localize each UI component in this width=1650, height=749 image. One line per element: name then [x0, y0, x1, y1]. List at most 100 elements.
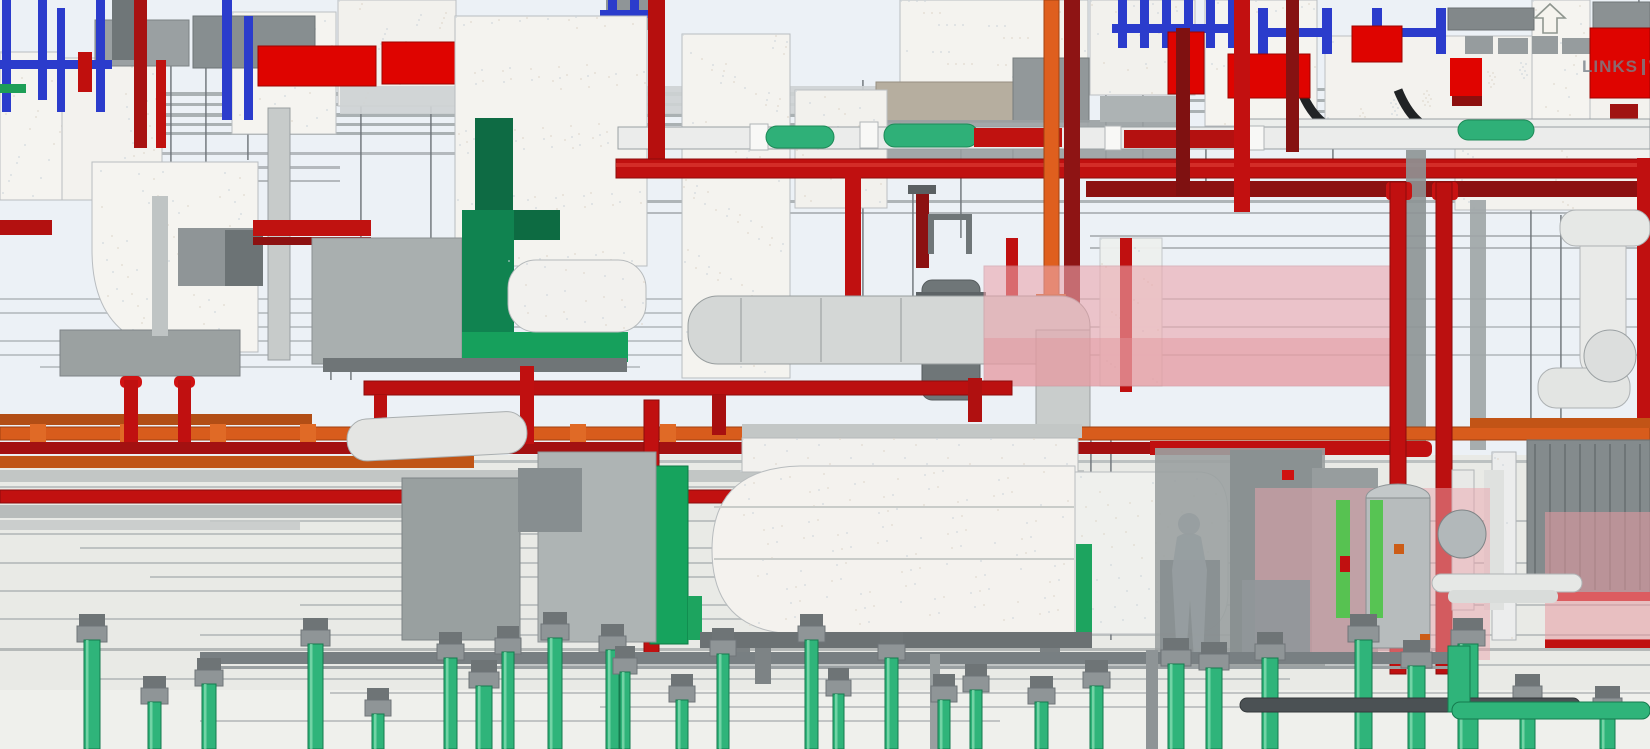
rooftop-unit[interactable] — [1498, 38, 1528, 54]
red-valve[interactable] — [1340, 556, 1350, 572]
red-duct[interactable] — [1351, 25, 1403, 63]
insulated-tank-body[interactable] — [711, 465, 1076, 635]
pipe-flange[interactable] — [570, 424, 586, 443]
red-pipe-riser[interactable] — [178, 380, 191, 442]
valve-handle[interactable] — [908, 185, 936, 194]
pipe-flange[interactable] — [300, 424, 316, 443]
air-handler-body[interactable] — [311, 237, 463, 365]
gray-pipe-riser[interactable] — [152, 196, 168, 336]
red-valve[interactable] — [1282, 470, 1294, 480]
support-post[interactable] — [755, 648, 771, 684]
gray-pipe-riser[interactable] — [1470, 200, 1486, 450]
pipe-coupling[interactable] — [749, 123, 769, 151]
roof-slab[interactable] — [742, 424, 1082, 438]
hanger-frame[interactable] — [966, 214, 972, 254]
green-pipe-riser[interactable] — [371, 713, 385, 749]
pipe-coupling[interactable] — [859, 121, 879, 149]
home-view-button[interactable] — [1530, 2, 1570, 38]
gray-pipe[interactable] — [0, 505, 432, 518]
duct-bar[interactable] — [1592, 1, 1650, 29]
pump-sphere[interactable] — [1437, 509, 1487, 559]
hanger-frame[interactable] — [928, 214, 934, 254]
green-pipe-riser[interactable] — [804, 639, 819, 749]
pipe-flange[interactable] — [210, 424, 226, 443]
orange-pipe[interactable] — [1470, 418, 1650, 428]
green-pipe-riser[interactable] — [969, 689, 983, 749]
3d-model-viewport[interactable]: LINKS W — [0, 0, 1650, 749]
green-pipe-stub[interactable] — [0, 84, 26, 93]
air-handler-base[interactable] — [323, 358, 627, 372]
red-duct[interactable] — [257, 45, 377, 87]
red-duct[interactable] — [1450, 58, 1482, 96]
equipment-box[interactable] — [401, 477, 521, 641]
support-post[interactable] — [1146, 650, 1158, 749]
duct-bar[interactable] — [1447, 7, 1535, 31]
equipment-base[interactable] — [59, 329, 241, 377]
green-pipe-riser[interactable] — [884, 657, 899, 749]
green-panel[interactable] — [688, 596, 702, 640]
green-pipe-riser[interactable] — [619, 671, 631, 749]
equipment-box[interactable] — [518, 468, 582, 532]
blue-pipe[interactable] — [244, 16, 253, 120]
hanger-frame[interactable] — [928, 214, 972, 220]
pipe-coupling[interactable] — [1247, 125, 1265, 151]
green-pipe-riser[interactable] — [501, 651, 515, 749]
white-pipe[interactable] — [1448, 590, 1558, 603]
air-handler-green-panel[interactable] — [514, 210, 560, 240]
red-duct[interactable] — [78, 52, 92, 92]
orange-pipe[interactable] — [0, 414, 312, 425]
green-pipe-riser[interactable] — [937, 699, 951, 749]
red-duct[interactable] — [1452, 96, 1482, 106]
dark-red-pipe-riser[interactable] — [1176, 28, 1190, 196]
rooftop-unit[interactable] — [1562, 38, 1592, 54]
red-pipe[interactable] — [253, 220, 371, 236]
pipe-coupling[interactable] — [1104, 125, 1122, 151]
blue-pipe[interactable] — [38, 0, 47, 100]
green-pipe-segment[interactable] — [765, 125, 835, 149]
pipe-flange[interactable] — [660, 424, 676, 443]
green-pipe-segment[interactable] — [1457, 119, 1535, 141]
green-pipe-riser[interactable] — [675, 699, 689, 749]
red-pipe[interactable] — [0, 220, 52, 235]
gray-pipe[interactable] — [0, 520, 300, 530]
green-pipe-riser[interactable] — [716, 653, 730, 749]
model-canvas[interactable] — [0, 0, 1650, 749]
red-pipe-riser[interactable] — [1234, 0, 1250, 212]
green-pipe-riser[interactable] — [443, 657, 458, 749]
white-pipe[interactable] — [1431, 573, 1583, 593]
red-pipe-main[interactable] — [615, 158, 1650, 179]
rooftop-unit[interactable] — [1465, 36, 1493, 54]
green-panel[interactable] — [1076, 544, 1092, 636]
human-figure-head[interactable] — [1178, 513, 1200, 535]
green-pipe-segment[interactable] — [883, 123, 979, 148]
red-pipe-riser[interactable] — [156, 60, 166, 148]
rooftop-unit[interactable] — [1532, 36, 1558, 54]
blue-pipe[interactable] — [0, 60, 112, 69]
red-pipe-riser[interactable] — [916, 194, 929, 268]
lime-panel[interactable] — [1370, 500, 1383, 618]
red-pipe[interactable] — [1545, 639, 1650, 648]
red-pipe-riser[interactable] — [712, 395, 726, 435]
orange-actuator[interactable] — [1394, 544, 1404, 554]
green-pipe-riser[interactable] — [147, 701, 162, 749]
duct-curve[interactable] — [507, 259, 647, 333]
red-pipe-riser[interactable] — [134, 0, 147, 148]
green-pipe-riser[interactable] — [1089, 685, 1104, 749]
orange-pipe-riser[interactable] — [1043, 0, 1060, 299]
concrete-beam[interactable] — [875, 81, 1017, 123]
blue-pipe[interactable] — [96, 0, 105, 112]
red-pipe[interactable] — [363, 380, 1013, 396]
green-pipe-horizontal[interactable] — [1451, 701, 1650, 720]
red-pipe-riser[interactable] — [968, 378, 982, 422]
blue-pipe[interactable] — [222, 0, 232, 120]
red-pipe-riser[interactable] — [648, 0, 665, 168]
white-pipe-elbow[interactable] — [1559, 209, 1650, 247]
green-pipe-riser[interactable] — [1034, 701, 1049, 749]
red-pipe-riser[interactable] — [124, 380, 138, 442]
red-pipe-riser[interactable] — [845, 168, 861, 300]
green-pipe-riser[interactable] — [832, 693, 845, 749]
pipe-flange[interactable] — [1583, 329, 1637, 383]
air-handler-green-panel[interactable] — [462, 332, 628, 362]
blue-pipe[interactable] — [2, 0, 11, 112]
dark-red-pipe-main[interactable] — [1086, 181, 1650, 197]
